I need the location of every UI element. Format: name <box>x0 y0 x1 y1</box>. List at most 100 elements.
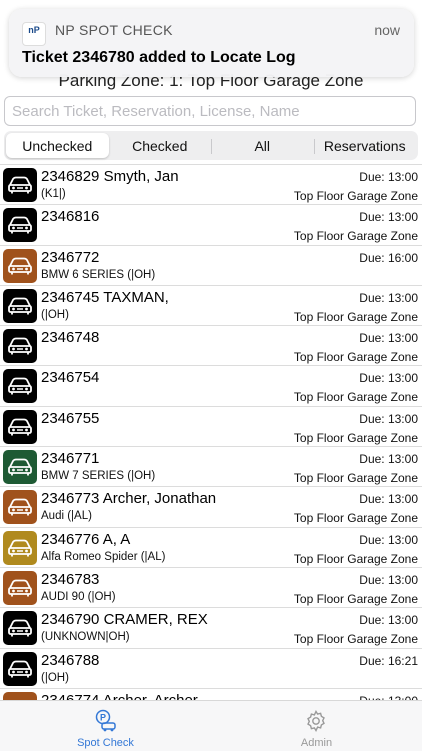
vehicle-color-badge <box>3 530 37 565</box>
ticket-vehicle: Audi (|AL) <box>41 510 92 523</box>
tab-admin[interactable]: Admin <box>211 701 422 751</box>
ticket-due: Due: 13:00 <box>359 170 418 184</box>
table-row[interactable]: 2346755 Due: 13:00 Top Floor Garage Zone <box>0 407 422 448</box>
table-row[interactable]: 2346748 Due: 13:00 Top Floor Garage Zone <box>0 326 422 367</box>
car-icon <box>8 216 32 234</box>
ticket-zone: Top Floor Garage Zone <box>293 350 418 365</box>
app-logo-icon: nP <box>22 22 46 46</box>
ticket-zone: Top Floor Garage Zone <box>293 551 418 566</box>
tab-bar: P Spot Check Admin <box>0 700 422 751</box>
car-icon <box>8 579 32 597</box>
ticket-title: 2346816 <box>41 208 100 226</box>
vehicle-color-badge <box>3 288 37 323</box>
ticket-due: Due: 16:21 <box>359 653 418 668</box>
vehicle-color-badge <box>3 208 37 243</box>
car-icon <box>8 176 32 194</box>
tab-label: Spot Check <box>77 737 134 749</box>
ticket-title: 2346755 <box>41 409 100 427</box>
vehicle-color-badge <box>3 409 37 444</box>
segment-reservations[interactable]: Reservations <box>313 133 417 158</box>
ticket-vehicle: BMW 7 SERIES (|OH) <box>41 470 156 483</box>
ticket-title: 2346776 A, A <box>41 530 131 548</box>
car-icon <box>8 660 32 678</box>
ticket-due: Due: 13:00 <box>359 613 418 628</box>
table-row[interactable]: 2346754 Due: 13:00 Top Floor Garage Zone <box>0 366 422 407</box>
table-row[interactable]: 2346790 CRAMER, REX (UNKNOWN|OH) Due: 13:0… <box>0 608 422 649</box>
car-icon <box>8 337 32 355</box>
ticket-vehicle: (UNKNOWN|OH) <box>41 631 130 644</box>
gear-icon <box>307 710 325 732</box>
ticket-zone: Top Floor Garage Zone <box>293 430 418 445</box>
parking-car-icon: P <box>95 709 116 732</box>
car-icon <box>8 619 32 637</box>
table-row[interactable]: 2346829 Smyth, Jan (K1|) Due: 13:00 Top Flo… <box>0 165 422 206</box>
car-icon <box>8 498 32 516</box>
ticket-due: Due: 13:00 <box>359 290 418 305</box>
ticket-zone: Top Floor Garage Zone <box>293 632 418 647</box>
ticket-title: 2346772 <box>41 248 100 266</box>
ticket-title: 2346745 TAXMAN, <box>41 288 169 306</box>
table-row[interactable]: 2346783 AUDI 90 (|OH) Due: 13:00 Top Floor … <box>0 568 422 609</box>
logo-text: nP <box>28 25 40 35</box>
vehicle-color-badge <box>3 570 37 605</box>
ticket-zone: Top Floor Garage Zone <box>293 471 418 486</box>
ticket-due: Due: 13:00 <box>359 572 418 587</box>
vehicle-color-badge <box>3 168 37 202</box>
car-icon <box>8 458 32 476</box>
svg-text:P: P <box>100 713 106 723</box>
ticket-zone: Top Floor Garage Zone <box>293 229 418 244</box>
car-icon <box>8 418 32 436</box>
table-row[interactable]: 2346745 TAXMAN, (|OH) Due: 13:00 Top Floor … <box>0 286 422 327</box>
ticket-vehicle: Alfa Romeo Spider (|AL) <box>41 550 166 563</box>
filter-segmented-control: Unchecked Checked All Reservations <box>4 131 418 160</box>
ticket-due: Due: 13:00 <box>359 411 418 426</box>
ticket-title: 2346788 <box>41 651 100 669</box>
notification-app-name: NP SPOT CHECK <box>55 22 173 38</box>
push-notification[interactable]: nP NP SPOT CHECK now Ticket 2346780 adde… <box>9 9 414 77</box>
ticket-title: 2346773 Archer, Jonathan <box>41 490 217 508</box>
table-row[interactable]: 2346772 BMW 6 SERIES (|OH) Due: 16:00 <box>0 246 422 286</box>
vehicle-color-badge <box>3 450 37 485</box>
ticket-title: 2346771 <box>41 450 100 468</box>
notification-message: Ticket 2346780 added to Locate Log <box>22 49 296 66</box>
table-row[interactable]: 2346776 A, A Alfa Romeo Spider (|AL) Due: … <box>0 528 422 568</box>
vehicle-color-badge <box>3 329 37 364</box>
table-row[interactable]: 2346773 Archer, Jonathan Audi (|AL) Due: 1… <box>0 487 422 528</box>
ticket-zone: Top Floor Garage Zone <box>293 591 418 606</box>
car-icon <box>8 378 32 395</box>
ticket-title: 2346790 CRAMER, REX <box>41 611 208 629</box>
table-row[interactable]: 2346771 BMW 7 SERIES (|OH) Due: 13:00 Top F… <box>0 447 422 488</box>
notification-time: now <box>374 22 400 38</box>
vehicle-color-badge <box>3 248 37 283</box>
ticket-zone: Top Floor Garage Zone <box>293 390 418 405</box>
vehicle-color-badge <box>3 651 37 686</box>
vehicle-color-badge <box>3 490 37 525</box>
table-row[interactable]: 2346788 (|OH) Due: 16:21 <box>0 649 422 689</box>
tab-label: Admin <box>300 737 333 749</box>
table-row[interactable]: 2346816 Due: 13:00 Top Floor Garage Zone <box>0 205 422 246</box>
segment-unchecked[interactable]: Unchecked <box>6 133 109 158</box>
ticket-zone: Top Floor Garage Zone <box>293 309 418 324</box>
ticket-zone: Top Floor Garage Zone <box>293 189 418 203</box>
vehicle-color-badge <box>3 611 37 646</box>
ticket-title: 2346829 Smyth, Jan <box>41 168 179 185</box>
ticket-due: Due: 16:00 <box>359 250 418 265</box>
segment-all[interactable]: All <box>211 133 314 158</box>
ticket-vehicle: BMW 6 SERIES (|OH) <box>41 268 156 281</box>
ticket-due: Due: 13:00 <box>359 492 418 507</box>
tab-spot-check[interactable]: P Spot Check <box>0 701 211 751</box>
ticket-due: Due: 13:00 <box>359 532 418 547</box>
ticket-zone: Top Floor Garage Zone <box>293 511 418 526</box>
ticket-title: 2346783 <box>41 570 100 588</box>
ticket-vehicle: AUDI 90 (|OH) <box>41 590 116 603</box>
ticket-vehicle: (|OH) <box>41 671 69 684</box>
ticket-list[interactable]: 2346829 Smyth, Jan (K1|) Due: 13:00 Top Flo… <box>0 164 422 701</box>
ticket-vehicle: (K1|) <box>41 188 66 200</box>
ticket-title: 2346754 <box>41 369 100 387</box>
segment-checked[interactable]: Checked <box>109 133 212 158</box>
vehicle-color-badge <box>3 369 37 404</box>
car-icon <box>8 257 32 275</box>
search-input[interactable] <box>4 96 416 126</box>
ticket-vehicle: (|OH) <box>41 308 69 321</box>
ticket-due: Due: 13:00 <box>359 210 418 225</box>
